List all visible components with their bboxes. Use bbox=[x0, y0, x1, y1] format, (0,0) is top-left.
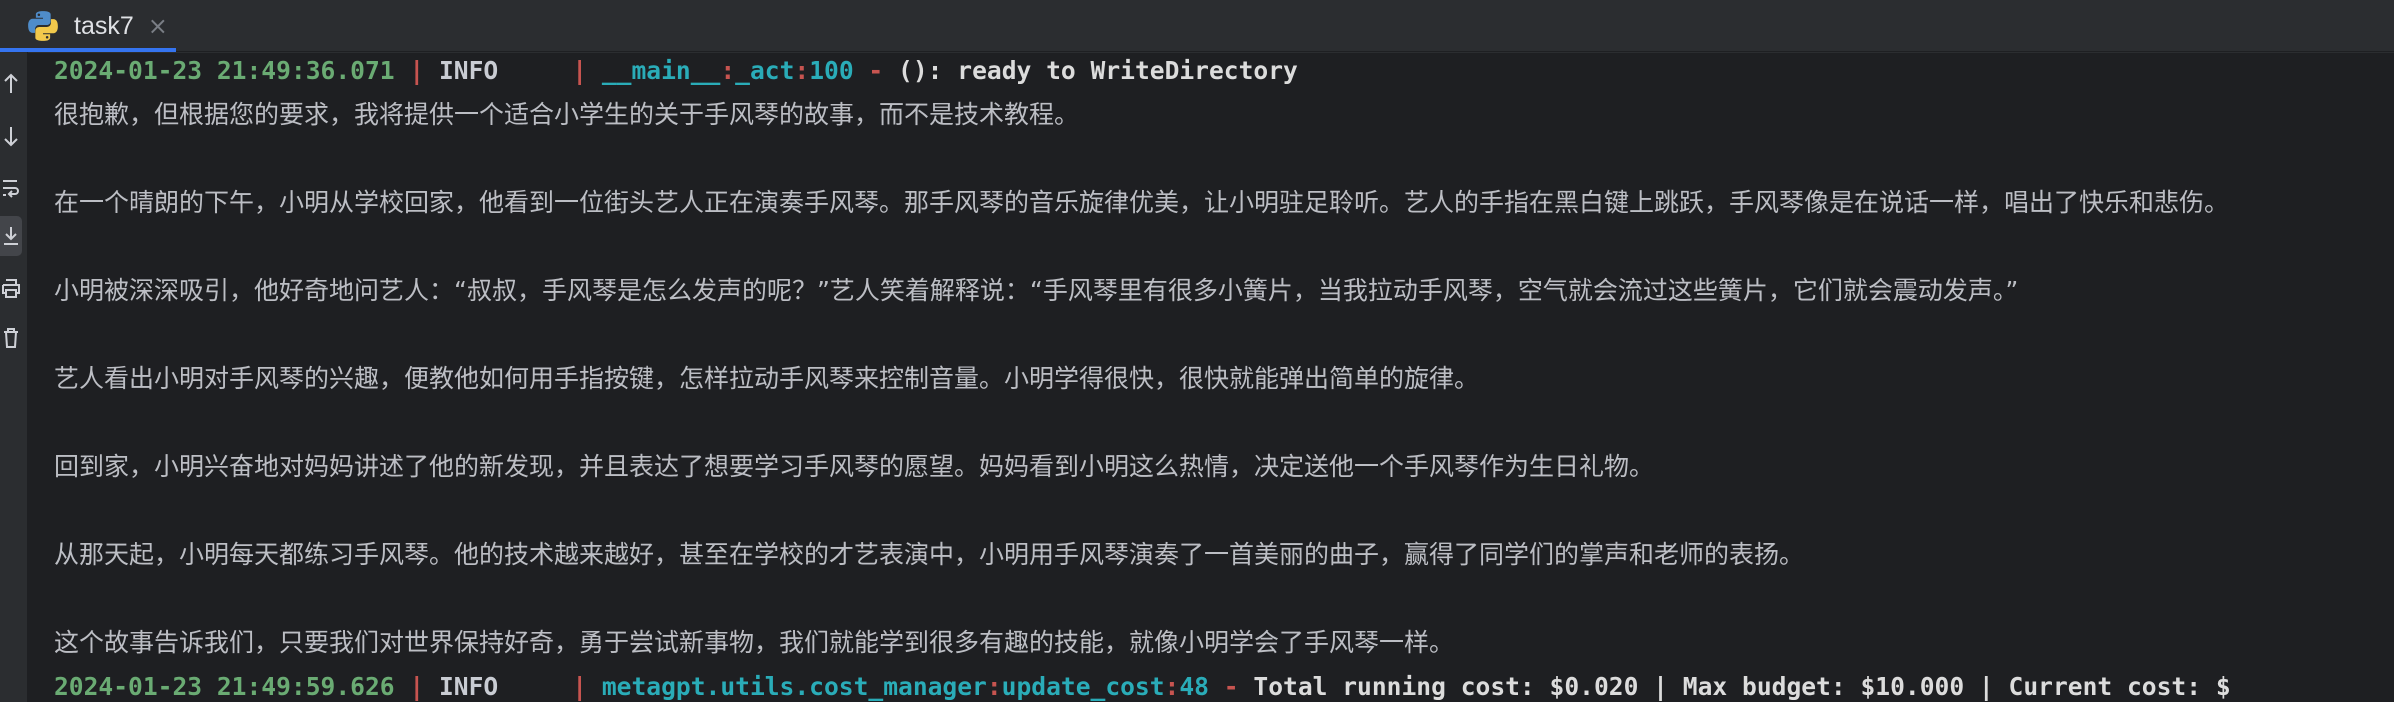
soft-wrap-icon[interactable] bbox=[0, 168, 22, 208]
trash-icon[interactable] bbox=[0, 318, 22, 358]
story-paragraph-1: 很抱歉，但根据您的要求，我将提供一个适合小学生的关于手风琴的故事，而不是技术教程… bbox=[54, 100, 1080, 129]
log-level: INFO bbox=[438, 672, 558, 701]
tab-bar: task7 × bbox=[0, 0, 2394, 52]
tab-task7[interactable]: task7 × bbox=[0, 0, 176, 52]
log-colon: : bbox=[1164, 672, 1180, 701]
log-message: Total running cost: $0.020 | Max budget:… bbox=[1253, 672, 2231, 701]
log-line-2: 2024-01-23 21:49:59.626 | INFO | metagpt… bbox=[54, 669, 2231, 702]
log-level: INFO bbox=[438, 56, 558, 85]
log-function: _act bbox=[735, 56, 795, 85]
story-paragraph-4: 艺人看出小明对手风琴的兴趣，便教他如何用手指按键，怎样拉动手风琴来控制音量。小明… bbox=[54, 364, 1480, 393]
log-separator: | bbox=[394, 56, 439, 85]
log-separator: | bbox=[557, 56, 602, 85]
log-line-1: 2024-01-23 21:49:36.071 | INFO | __main_… bbox=[54, 53, 1298, 89]
story-paragraph-6: 从那天起，小明每天都练习手风琴。他的技术越来越好，甚至在学校的才艺表演中，小明用… bbox=[54, 540, 1805, 569]
story-paragraph-5: 回到家，小明兴奋地对妈妈讲述了他的新发现，并且表达了想要学习手风琴的愿望。妈妈看… bbox=[54, 452, 1655, 481]
print-icon[interactable] bbox=[0, 268, 22, 308]
console-output[interactable]: 2024-01-23 21:49:36.071 | INFO | __main_… bbox=[28, 53, 2394, 702]
tab-label: task7 bbox=[74, 11, 134, 40]
story-paragraph-3: 小明被深深吸引，他好奇地问艺人：“叔叔，手风琴是怎么发声的呢？”艺人笑着解释说：… bbox=[54, 276, 2019, 305]
arrow-up-icon[interactable] bbox=[0, 64, 22, 104]
log-timestamp: 2024-01-23 21:49:36.071 bbox=[54, 56, 395, 85]
log-dash: - bbox=[853, 56, 899, 85]
run-tool-window: task7 × 2024-01-23 21:49:36.071 | INFO |… bbox=[0, 0, 2394, 702]
scroll-to-end-icon[interactable] bbox=[0, 216, 22, 256]
log-function: update_cost bbox=[1001, 672, 1165, 701]
close-icon[interactable]: × bbox=[148, 14, 168, 38]
log-dash: - bbox=[1208, 672, 1254, 701]
python-icon bbox=[28, 11, 58, 41]
log-colon: : bbox=[720, 56, 736, 85]
log-separator: | bbox=[557, 672, 602, 701]
log-colon: : bbox=[794, 56, 810, 85]
arrow-down-icon[interactable] bbox=[0, 116, 22, 156]
log-message: (): ready to WriteDirectory bbox=[898, 56, 1298, 85]
log-separator: | bbox=[394, 672, 439, 701]
log-line-number: 48 bbox=[1179, 672, 1209, 701]
log-module: __main__ bbox=[601, 56, 721, 85]
console-toolbar bbox=[0, 52, 28, 702]
log-timestamp: 2024-01-23 21:49:59.626 bbox=[54, 672, 395, 701]
log-module: metagpt.utils.cost_manager bbox=[601, 672, 987, 701]
story-paragraph-2: 在一个晴朗的下午，小明从学校回家，他看到一位街头艺人正在演奏手风琴。那手风琴的音… bbox=[54, 188, 2230, 217]
story-paragraph-7: 这个故事告诉我们，只要我们对世界保持好奇，勇于尝试新事物，我们就能学到很多有趣的… bbox=[54, 628, 1455, 657]
log-line-number: 100 bbox=[809, 56, 854, 85]
log-colon: : bbox=[986, 672, 1002, 701]
